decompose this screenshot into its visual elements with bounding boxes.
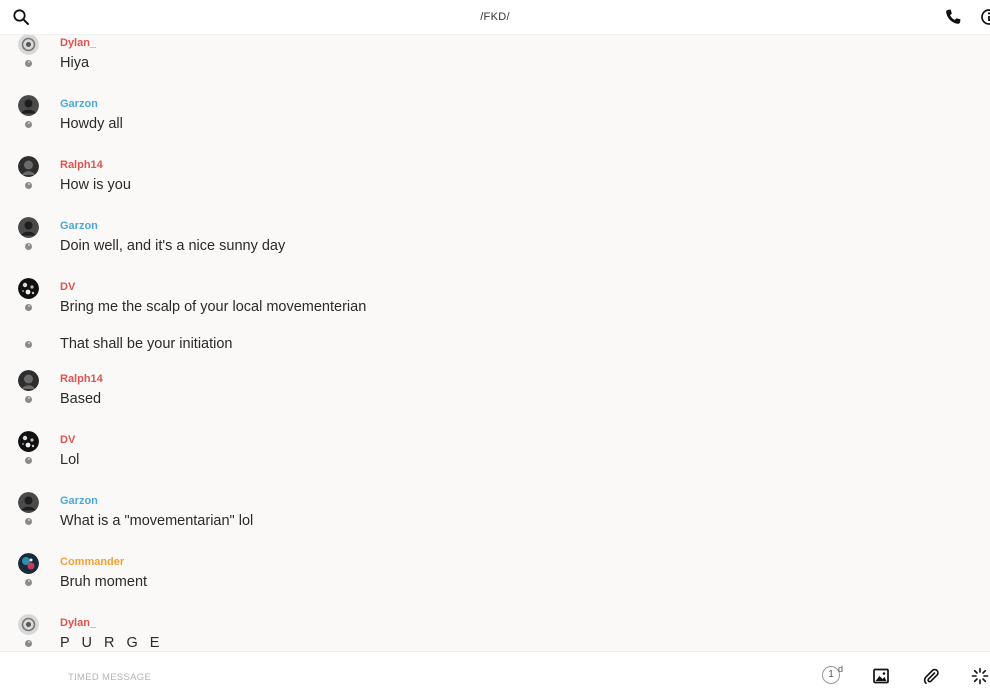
message[interactable]: DV Lol [0, 431, 990, 492]
sender-name[interactable]: Ralph14 [60, 373, 103, 385]
message[interactable]: Dylan_ P U R G E [0, 614, 990, 651]
message[interactable]: Garzon Doin well, and it's a nice sunny … [0, 217, 990, 278]
message-text: That shall be your initiation [60, 336, 233, 352]
avatar[interactable] [18, 95, 39, 116]
sender-name[interactable]: DV [60, 434, 75, 446]
sender-name[interactable]: Garzon [60, 98, 98, 110]
avatar[interactable] [18, 370, 39, 391]
read-receipt-icon [25, 579, 32, 586]
composer-bar: 1 d [0, 651, 990, 700]
avatar[interactable] [18, 217, 39, 238]
message-text: How is you [60, 177, 131, 193]
message[interactable]: Ralph14 Based [0, 370, 990, 431]
avatar[interactable] [18, 156, 39, 177]
avatar[interactable] [18, 553, 39, 574]
paperclip-icon[interactable] [922, 667, 940, 685]
timed-message-input[interactable] [66, 668, 770, 686]
header-bar: /FKD/ [0, 0, 990, 35]
sender-name[interactable]: Garzon [60, 220, 98, 232]
read-receipt-icon [25, 121, 32, 128]
read-receipt-icon [25, 640, 32, 647]
message-text: Based [60, 391, 102, 407]
message[interactable]: Ralph14 How is you [0, 156, 990, 217]
avatar[interactable] [18, 431, 39, 452]
message-text: Bring me the scalp of your local movemen… [60, 299, 367, 315]
message-text: What is a "movementarian" lol [60, 513, 254, 529]
read-receipt-icon [25, 341, 32, 348]
read-receipt-icon [25, 304, 32, 311]
message[interactable]: Commander Bruh moment [0, 553, 990, 614]
message-text: Howdy all [60, 116, 123, 132]
read-receipt-icon [25, 182, 32, 189]
read-receipt-icon [25, 396, 32, 403]
avatar[interactable] [18, 34, 39, 55]
message[interactable]: Dylan_ Hiya [0, 34, 990, 95]
phone-icon[interactable] [944, 8, 962, 26]
sparkle-icon[interactable] [971, 667, 989, 685]
message-text: P U R G E [60, 635, 164, 651]
chat-title: /FKD/ [480, 11, 510, 23]
read-receipt-icon [25, 60, 32, 67]
message[interactable]: Garzon What is a "movementarian" lol [0, 492, 990, 553]
info-icon[interactable] [980, 8, 990, 26]
avatar[interactable] [18, 278, 39, 299]
read-receipt-icon [25, 518, 32, 525]
message-text: Hiya [60, 55, 90, 71]
message-text: Bruh moment [60, 574, 148, 590]
avatar[interactable] [18, 492, 39, 513]
message[interactable]: DV Bring me the scalp of your local move… [0, 278, 990, 339]
read-receipt-icon [25, 243, 32, 250]
read-receipt-icon [25, 457, 32, 464]
sender-name[interactable]: Commander [60, 556, 124, 568]
sender-name[interactable]: Ralph14 [60, 159, 103, 171]
sender-name[interactable]: Garzon [60, 495, 98, 507]
image-icon[interactable] [872, 667, 890, 685]
sender-name[interactable]: Dylan_ [60, 37, 96, 49]
sender-name[interactable]: DV [60, 281, 75, 293]
chat-app: /FKD/ Dylan_ Hiya Garzon Howdy all Ralph… [0, 0, 990, 700]
sender-name[interactable]: Dylan_ [60, 617, 96, 629]
timer-unit-label: d [838, 664, 844, 674]
message-text: Doin well, and it's a nice sunny day [60, 238, 286, 254]
message-text: Lol [60, 452, 80, 468]
message-continuation[interactable]: That shall be your initiation [0, 336, 990, 370]
message[interactable]: Garzon Howdy all [0, 95, 990, 156]
message-list[interactable]: Dylan_ Hiya Garzon Howdy all Ralph14 How… [0, 34, 990, 651]
avatar[interactable] [18, 614, 39, 635]
